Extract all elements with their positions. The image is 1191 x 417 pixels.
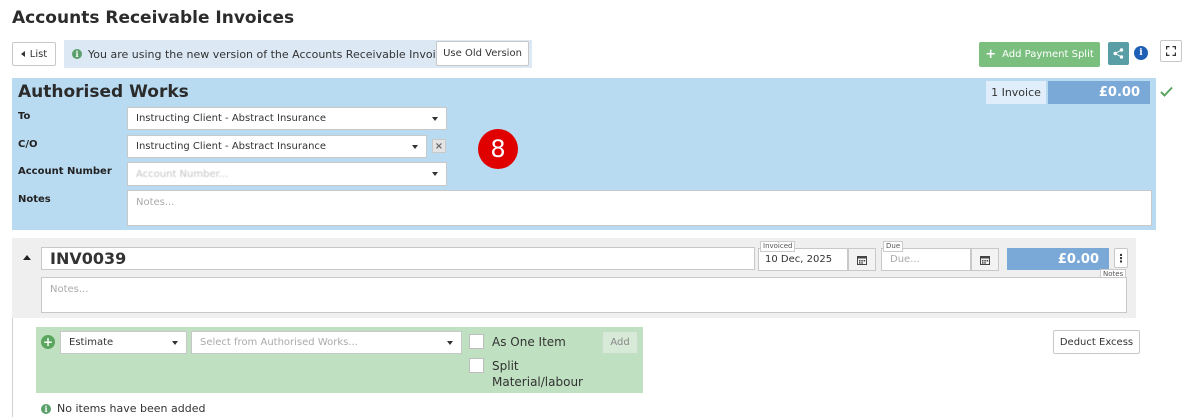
invoice-number-input[interactable]: INV0039 — [41, 247, 755, 270]
calendar-icon — [857, 255, 867, 265]
fullscreen-button[interactable] — [1160, 40, 1182, 62]
use-old-version-button[interactable]: Use Old Version — [436, 41, 529, 66]
caret-left-icon — [20, 51, 25, 57]
info-text: You are using the new version of the Acc… — [88, 47, 455, 61]
account-number-placeholder: Account Number... — [136, 168, 229, 180]
share-button[interactable] — [1108, 42, 1129, 65]
notes-placeholder: Notes... — [136, 197, 175, 208]
due-label: Due — [883, 241, 904, 252]
empty-items-message: i No items have been added — [41, 402, 205, 415]
item-type-select[interactable]: Estimate — [60, 331, 187, 354]
invoice-total: £0.00 — [1007, 248, 1109, 270]
empty-items-text: No items have been added — [57, 402, 206, 415]
add-payment-split-button[interactable]: + Add Payment Split — [979, 42, 1100, 67]
invoice-options-button[interactable]: ⋮ — [1114, 248, 1128, 268]
calendar-icon — [980, 255, 990, 265]
invoice-notes-placeholder: Notes... — [50, 284, 89, 295]
info-icon: i — [41, 403, 51, 414]
split-material-labour-checkbox[interactable] — [469, 358, 484, 373]
left-divider — [12, 318, 13, 417]
kebab-menu-icon: ⋮ — [1115, 251, 1127, 265]
account-number-label: Account Number — [18, 166, 112, 177]
co-select-value: Instructing Client - Abstract Insurance — [136, 141, 327, 152]
authorised-works-title: Authorised Works — [18, 82, 189, 102]
add-payment-split-label: Add Payment Split — [1002, 49, 1094, 60]
as-one-item-label: As One Item — [492, 335, 566, 349]
authorised-works-select[interactable]: Select from Authorised Works... — [191, 331, 462, 354]
clear-co-button[interactable]: × — [432, 139, 446, 153]
plus-icon: + — [985, 47, 997, 62]
authorised-works-placeholder: Select from Authorised Works... — [200, 337, 358, 348]
item-type-value: Estimate — [69, 337, 114, 348]
split-label: Split — [492, 359, 519, 373]
account-number-select[interactable]: Account Number... — [127, 162, 447, 186]
as-one-item-checkbox[interactable] — [469, 334, 484, 349]
invoice-notes-input[interactable]: Notes... — [41, 277, 1127, 313]
material-labour-label: Material/labour — [492, 375, 583, 389]
list-button[interactable]: List — [12, 42, 56, 66]
notes-label: Notes — [18, 194, 51, 205]
info-icon: i — [72, 49, 82, 59]
to-label: To — [18, 111, 31, 122]
invoiced-calendar-button[interactable] — [848, 248, 876, 271]
chevron-down-icon — [412, 144, 418, 149]
step-number-badge: 8 — [478, 129, 518, 169]
chevron-down-icon — [447, 340, 453, 345]
co-label: C/O — [18, 139, 38, 150]
add-button[interactable]: Add — [602, 331, 638, 354]
close-icon: × — [434, 140, 444, 152]
collapse-triangle-icon[interactable] — [23, 255, 31, 260]
add-item-plus-icon[interactable]: + — [41, 335, 55, 349]
due-calendar-button[interactable] — [971, 248, 999, 271]
share-icon — [1113, 48, 1124, 59]
chevron-down-icon — [432, 172, 438, 176]
expand-icon — [1166, 46, 1176, 56]
co-select[interactable]: Instructing Client - Abstract Insurance — [127, 135, 427, 158]
info-circle-icon[interactable]: i — [1134, 46, 1148, 60]
to-select[interactable]: Instructing Client - Abstract Insurance — [127, 107, 447, 130]
deduct-excess-button[interactable]: Deduct Excess — [1053, 330, 1140, 354]
list-button-label: List — [29, 48, 48, 60]
authorised-works-total: £0.00 — [1048, 81, 1150, 104]
authorised-works-notes-input[interactable]: Notes... — [127, 190, 1152, 226]
page-title: Accounts Receivable Invoices — [12, 8, 295, 28]
invoice-count-badge: 1 Invoice — [986, 81, 1046, 104]
chevron-down-icon — [172, 340, 178, 345]
invoiced-label: Invoiced — [760, 241, 796, 252]
to-select-value: Instructing Client - Abstract Insurance — [136, 113, 327, 124]
check-icon — [1160, 86, 1173, 97]
chevron-down-icon — [432, 116, 438, 121]
